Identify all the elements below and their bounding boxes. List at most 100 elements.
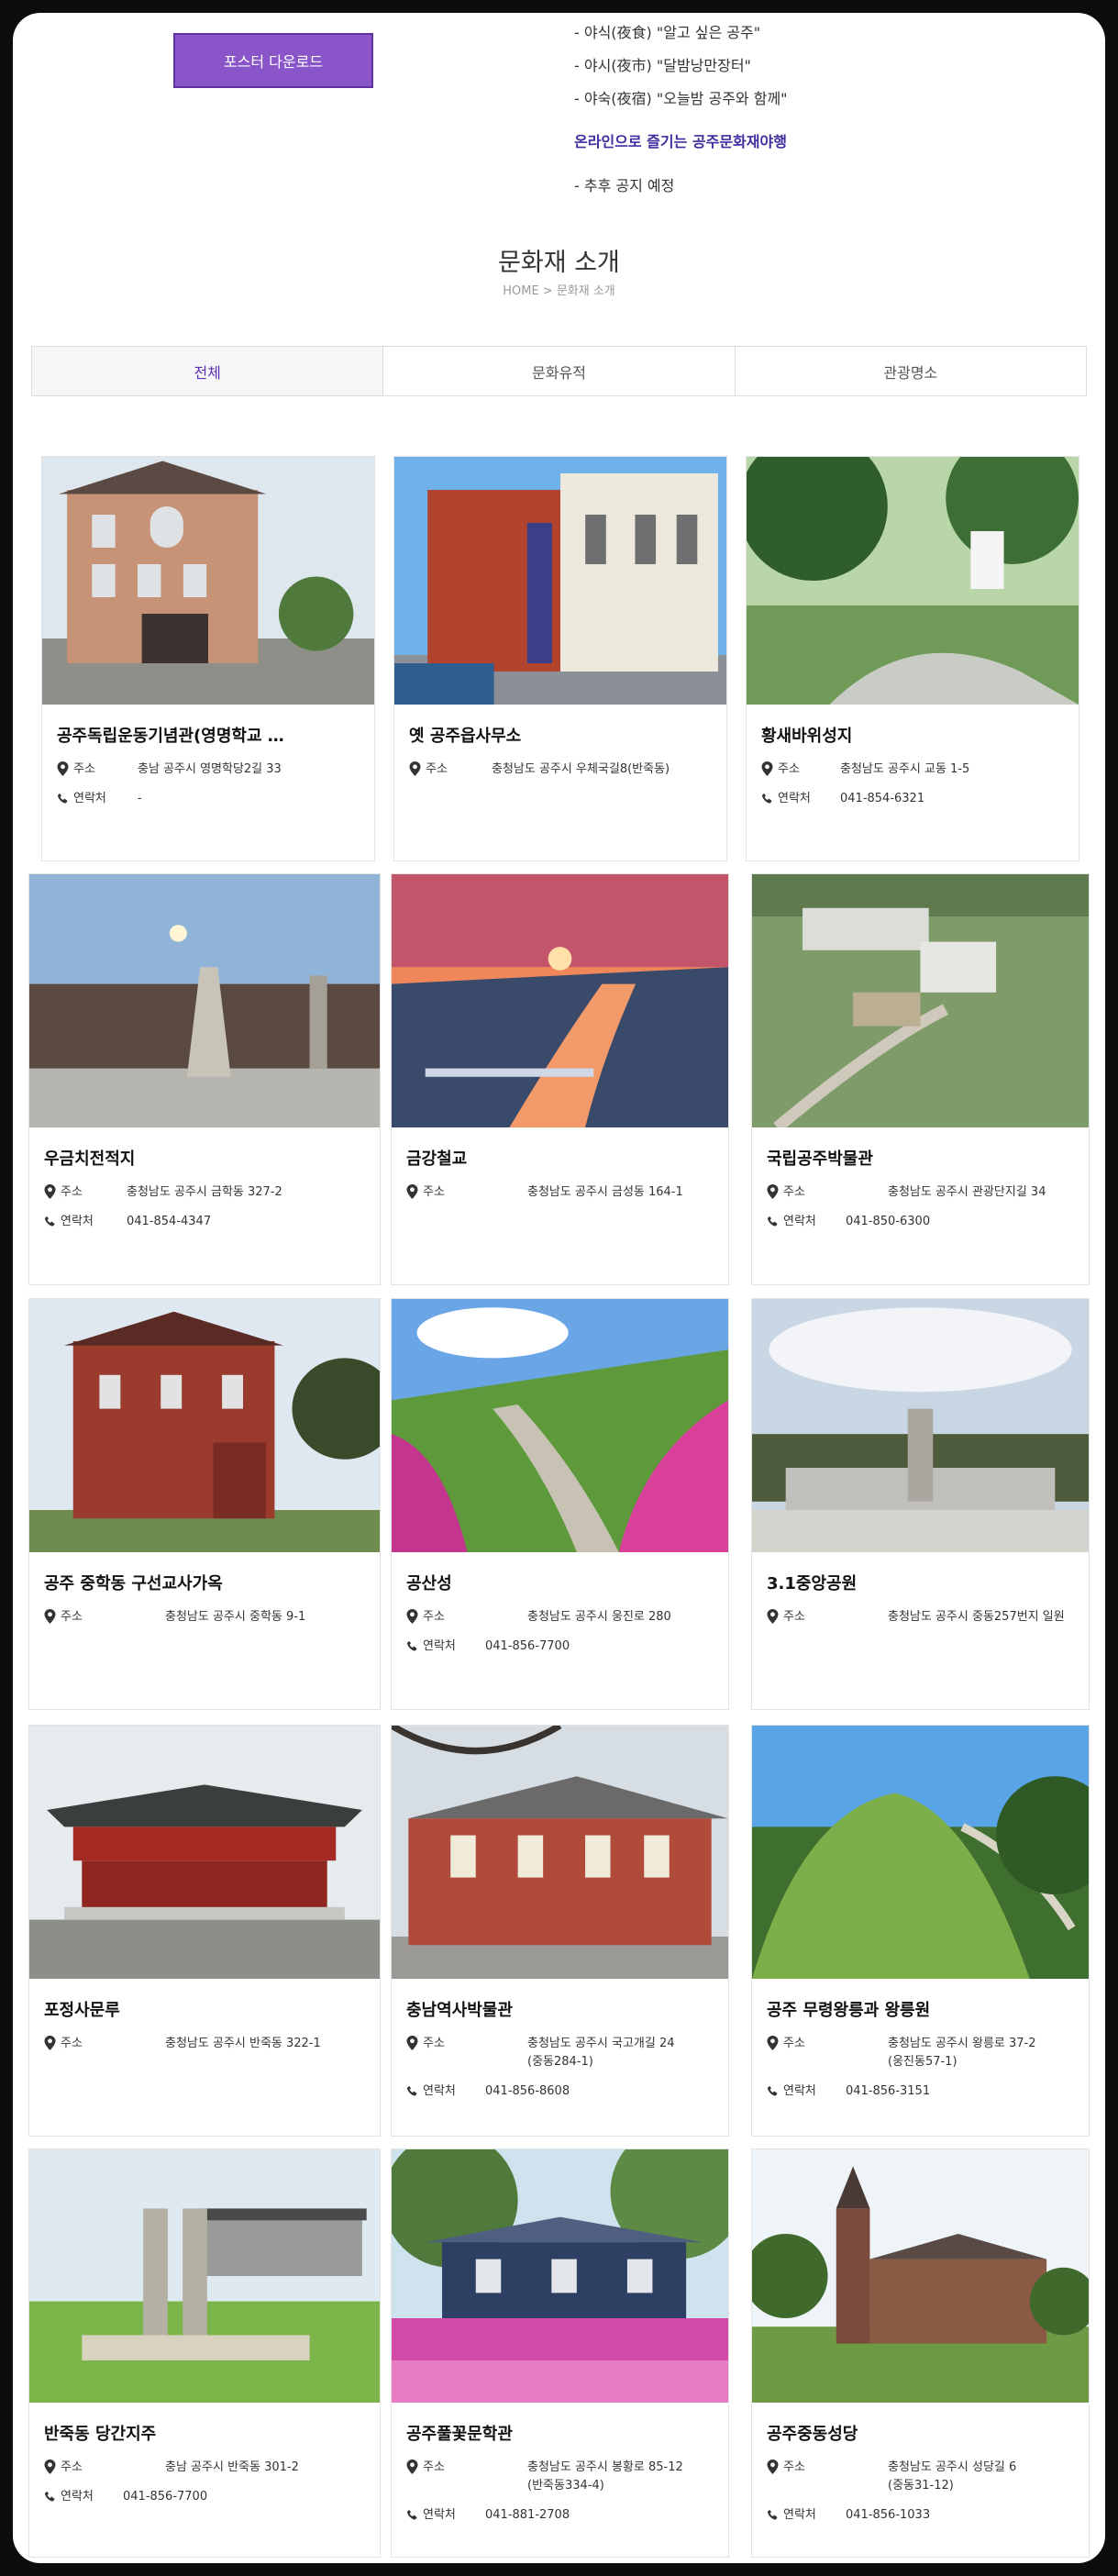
contact-row: 연락처 041-854-4347 <box>44 1214 369 1230</box>
address-label: 주소 <box>783 2037 805 2050</box>
heritage-card[interactable]: 황새바위성지주소 충청남도 공주시 교동 1-5 연락처 041-854-6321 <box>746 456 1079 861</box>
contact-value[interactable]: 041-856-8608 <box>485 2083 717 2100</box>
location-pin-icon <box>761 761 774 778</box>
heritage-title[interactable]: 공주중동성당 <box>767 2421 1074 2445</box>
heritage-title[interactable]: 공주 중학동 구선교사가옥 <box>44 1571 365 1594</box>
heritage-photo[interactable] <box>29 1299 380 1552</box>
phone-icon <box>406 1638 419 1655</box>
tab-cultural-sites[interactable]: 문화유적 <box>383 347 736 395</box>
heritage-card[interactable]: 공주 무령왕릉과 왕릉원주소 충청남도 공주시 왕릉로 37-2 (웅진동57-1)… <box>751 1725 1090 2137</box>
heritage-title[interactable]: 충남역사박물관 <box>406 1997 714 2021</box>
heritage-photo[interactable] <box>752 874 1089 1127</box>
location-pin-icon <box>57 761 70 778</box>
contact-value[interactable]: 041-881-2708 <box>485 2507 717 2524</box>
phone-icon <box>767 1214 780 1230</box>
address-value: 충청남도 공주시 반죽동 322-1 <box>165 2037 321 2050</box>
heritage-card[interactable]: 공주풀꽃문학관 주소 충청남도 공주시 봉황로 85-12 (반죽동334-4) 연락처… <box>391 2149 729 2558</box>
heritage-card[interactable]: 공주중동성당 주소 충청남도 공주시 성당길 6 (중동31-12) 연락처 041-85… <box>751 2149 1090 2558</box>
address-value: 충청남도 공주시 교동 1-5 <box>840 762 970 776</box>
address-label: 주소 <box>423 1610 445 1624</box>
heritage-photo[interactable] <box>42 457 374 705</box>
contact-value[interactable]: 041-856-7700 <box>485 1638 717 1655</box>
address-row: 주소 충청남도 공주시 왕릉로 37-2 (웅진동57-1) <box>767 2036 1078 2071</box>
address-value: 충청남도 공주시 국고개길 24 <box>527 2037 675 2050</box>
heritage-title[interactable]: 황새바위성지 <box>761 723 1064 747</box>
contact-row: 연락처 041-850-6300 <box>767 1214 1078 1230</box>
heritage-photo[interactable] <box>29 1726 380 1979</box>
heritage-card[interactable]: 금강철교주소 충청남도 공주시 금성동 164-1 <box>391 873 729 1285</box>
heritage-title[interactable]: 국립공주박물관 <box>767 1146 1074 1170</box>
address-row: 주소 충남 공주시 반죽동 301-2 <box>44 2459 369 2476</box>
address-row: 주소 충청남도 공주시 국고개길 24 (중동284-1) <box>406 2036 717 2071</box>
heritage-photo[interactable] <box>29 874 380 1127</box>
heritage-card[interactable]: 공산성 주소 충청남도 공주시 웅진로 280 연락처 041-856-7700 <box>391 1298 729 1710</box>
contact-value[interactable]: 041-856-1033 <box>846 2507 1078 2524</box>
contact-row: 연락처 041-856-7700 <box>406 1638 717 1655</box>
address-label: 주소 <box>783 1610 805 1624</box>
tab-all[interactable]: 전체 <box>32 347 384 395</box>
location-pin-icon <box>44 1184 57 1201</box>
breadcrumb[interactable]: HOME > 문화재 소개 <box>13 281 1105 298</box>
category-tabs: 전체 문화유적 관광명소 <box>31 346 1087 396</box>
phone-icon <box>406 2507 419 2524</box>
heritage-card[interactable]: 공주 중학동 구선교사가옥 주소 충청남도 공주시 중학동 9-1 <box>28 1298 381 1710</box>
contact-row: 연락처 041-854-6321 <box>761 791 1068 807</box>
contact-row: 연락처 - <box>57 791 363 807</box>
address-detail: (반죽동334-4) <box>527 2479 604 2493</box>
address-row: 주소 충청남도 공주시 금성동 164-1 <box>406 1184 717 1201</box>
contact-value[interactable]: 041-854-4347 <box>127 1214 369 1230</box>
heritage-card[interactable]: 국립공주박물관 주소 충청남도 공주시 관광단지길 34 연락처 041-850-630… <box>751 873 1090 1285</box>
contact-value[interactable]: 041-850-6300 <box>846 1214 1078 1230</box>
heritage-card[interactable]: 우금치전적지주소 충청남도 공주시 금학동 327-2 연락처 041-854-434… <box>28 873 381 1285</box>
heritage-title[interactable]: 옛 공주읍사무소 <box>409 723 712 747</box>
phone-icon <box>57 791 70 807</box>
address-label: 주소 <box>778 762 800 776</box>
address-value: 충청남도 공주시 중학동 9-1 <box>165 1610 306 1624</box>
heritage-title[interactable]: 금강철교 <box>406 1146 714 1170</box>
heritage-photo[interactable] <box>392 2149 728 2403</box>
heritage-title[interactable]: 공주 무령왕릉과 왕릉원 <box>767 1997 1074 2021</box>
location-pin-icon <box>767 2459 780 2476</box>
address-row: 주소 충청남도 공주시 반죽동 322-1 <box>44 2036 369 2052</box>
heritage-photo[interactable] <box>752 1299 1089 1552</box>
online-event-link[interactable]: 온라인으로 즐기는 공주문화재야행 <box>574 129 787 151</box>
heritage-card[interactable]: 반죽동 당간지주 주소 충남 공주시 반죽동 301-2 연락처 041-856-770… <box>28 2149 381 2558</box>
contact-value[interactable]: - <box>138 791 363 807</box>
address-label: 주소 <box>423 1185 445 1199</box>
phone-icon <box>767 2507 780 2524</box>
heritage-photo[interactable] <box>394 457 726 705</box>
contact-value[interactable]: 041-856-7700 <box>123 2489 369 2505</box>
contact-label: 연락처 <box>61 1215 94 1228</box>
event-item: - 야숙(夜宿) "오늘밤 공주와 함께" <box>574 90 788 107</box>
address-row: 주소 충청남도 공주시 금학동 327-2 <box>44 1184 369 1201</box>
address-label: 주소 <box>426 762 448 776</box>
tab-tourist-spots[interactable]: 관광명소 <box>736 347 1086 395</box>
heritage-card[interactable]: 3.1중앙공원 주소 충청남도 공주시 중동257번지 일원 <box>751 1298 1090 1710</box>
heritage-title[interactable]: 공주풀꽃문학관 <box>406 2421 714 2445</box>
heritage-title[interactable]: 공산성 <box>406 1571 714 1594</box>
address-label: 주소 <box>783 2460 805 2474</box>
address-label: 주소 <box>61 2037 83 2050</box>
heritage-title[interactable]: 포정사문루 <box>44 1997 365 2021</box>
heritage-photo[interactable] <box>392 874 728 1127</box>
contact-value[interactable]: 041-856-3151 <box>846 2083 1078 2100</box>
heritage-title[interactable]: 3.1중앙공원 <box>767 1571 1074 1594</box>
heritage-card[interactable]: 공주독립운동기념관(영명학교 … 주소 충남 공주시 영명학당2길 33 연락처 - <box>41 456 375 861</box>
heritage-title[interactable]: 반죽동 당간지주 <box>44 2421 365 2445</box>
heritage-photo[interactable] <box>752 1726 1089 1979</box>
heritage-photo[interactable] <box>752 2149 1089 2403</box>
event-item: - 야식(夜食) "알고 싶은 공주" <box>574 24 761 41</box>
heritage-title[interactable]: 공주독립운동기념관(영명학교 … <box>57 723 360 747</box>
contact-value[interactable]: 041-854-6321 <box>840 791 1068 807</box>
heritage-card[interactable]: 옛 공주읍사무소 주소 충청남도 공주시 우체국길8(반죽동) <box>393 456 727 861</box>
heritage-title[interactable]: 우금치전적지 <box>44 1146 365 1170</box>
heritage-photo[interactable] <box>747 457 1079 705</box>
heritage-photo[interactable] <box>392 1299 728 1552</box>
heritage-photo[interactable] <box>29 2149 380 2403</box>
heritage-card[interactable]: 포정사문루주소 충청남도 공주시 반죽동 322-1 <box>28 1725 381 2137</box>
address-value: 충남 공주시 반죽동 301-2 <box>165 2460 299 2474</box>
address-label: 주소 <box>61 1185 83 1199</box>
poster-download-button[interactable]: 포스터 다운로드 <box>173 33 373 88</box>
heritage-card[interactable]: 충남역사박물관 주소 충청남도 공주시 국고개길 24 (중동284-1) 연락처 041… <box>391 1725 729 2137</box>
heritage-photo[interactable] <box>392 1726 728 1979</box>
